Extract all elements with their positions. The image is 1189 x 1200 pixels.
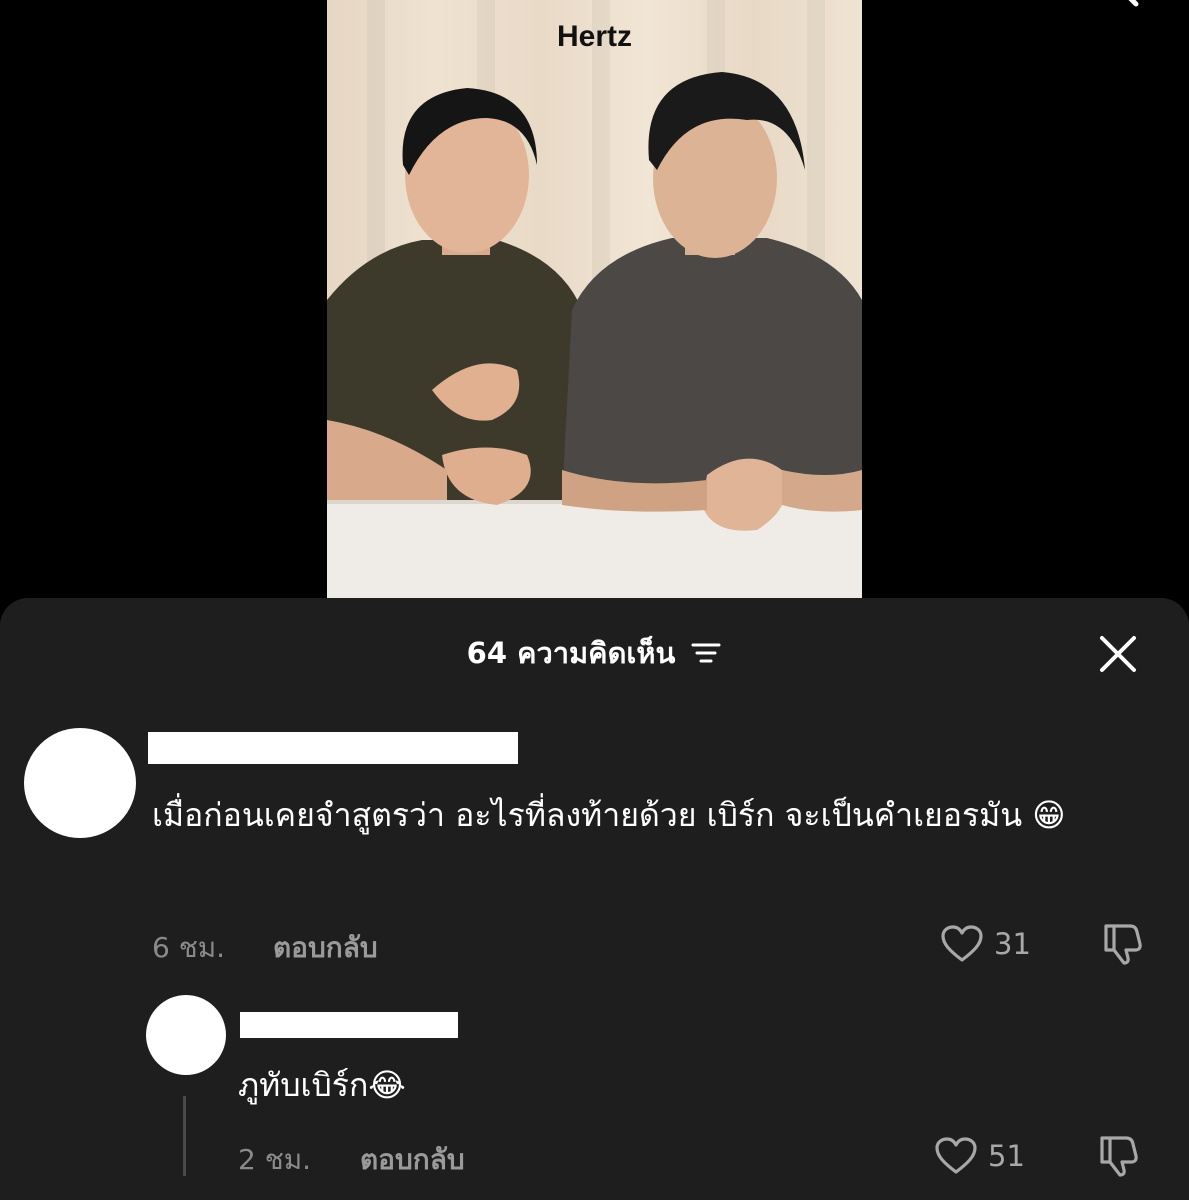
video-brand-overlay: Hertz xyxy=(556,20,632,53)
reply-button[interactable]: ตอบกลับ xyxy=(273,926,378,970)
like-count: 31 xyxy=(994,927,1031,961)
like-count: 51 xyxy=(988,1139,1025,1173)
like-button[interactable]: 51 xyxy=(934,1134,1025,1178)
reply-avatar[interactable] xyxy=(146,995,226,1075)
search-icon[interactable] xyxy=(1080,0,1140,28)
comment-text: เมื่อก่อนเคยจำสูตรว่า อะไรที่ลงท้ายด้วย … xyxy=(152,796,1066,834)
comments-header: 64 ความคิดเห็น xyxy=(0,628,1189,678)
username-redacted[interactable] xyxy=(148,732,518,764)
heart-icon xyxy=(941,925,983,962)
reply-button[interactable]: ตอบกลับ xyxy=(360,1138,465,1182)
thumbs-down-icon[interactable] xyxy=(1100,920,1146,966)
sort-icon[interactable] xyxy=(690,641,722,665)
video-thumbnail-image xyxy=(327,72,862,598)
like-button[interactable]: 31 xyxy=(940,922,1031,966)
comment-timestamp: 6 ชม. xyxy=(152,931,226,964)
reply-text: ภูทับเบิร์ก😂 xyxy=(238,1066,406,1104)
video-area: Hertz xyxy=(0,0,1189,620)
heart-icon xyxy=(935,1137,977,1174)
avatar[interactable] xyxy=(24,728,136,838)
thread-line xyxy=(183,1096,186,1176)
close-icon[interactable] xyxy=(1098,634,1138,674)
video-player[interactable]: Hertz xyxy=(327,0,862,598)
reply-username-redacted[interactable] xyxy=(240,1012,458,1038)
reply-timestamp: 2 ชม. xyxy=(238,1143,312,1176)
thumbs-down-icon[interactable] xyxy=(1096,1132,1142,1178)
comments-sheet: 64 ความคิดเห็น เมื่อก่อนเคยจำสูตรว่า อะไ… xyxy=(0,598,1189,1200)
comment-count-title: 64 ความคิดเห็น xyxy=(466,636,676,670)
